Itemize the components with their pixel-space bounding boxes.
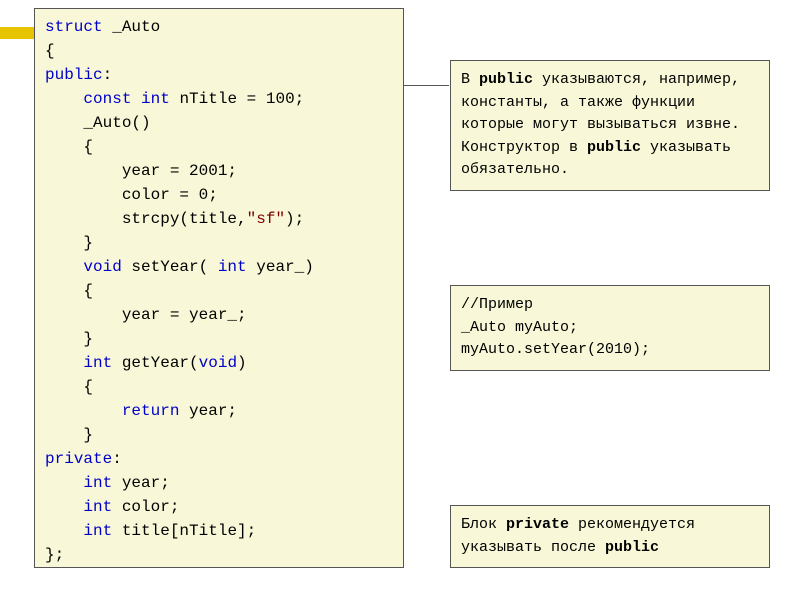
accent-bar xyxy=(0,27,38,39)
example-line-3: myAuto.setYear(2010); xyxy=(461,339,759,362)
code-content: struct _Auto{public: const int nTitle = … xyxy=(45,15,393,567)
connector-line xyxy=(404,85,449,86)
example-line-1: //Пример xyxy=(461,294,759,317)
note-example: //Пример _Auto myAuto; myAuto.setYear(20… xyxy=(450,285,770,371)
note-private: Блок private рекомендуется указывать пос… xyxy=(450,505,770,568)
code-panel: struct _Auto{public: const int nTitle = … xyxy=(34,8,404,568)
note-public-text: В public указываются, например, констант… xyxy=(461,69,759,182)
note-public: В public указываются, например, констант… xyxy=(450,60,770,191)
example-line-2: _Auto myAuto; xyxy=(461,317,759,340)
note-private-text: Блок private рекомендуется указывать пос… xyxy=(461,514,759,559)
